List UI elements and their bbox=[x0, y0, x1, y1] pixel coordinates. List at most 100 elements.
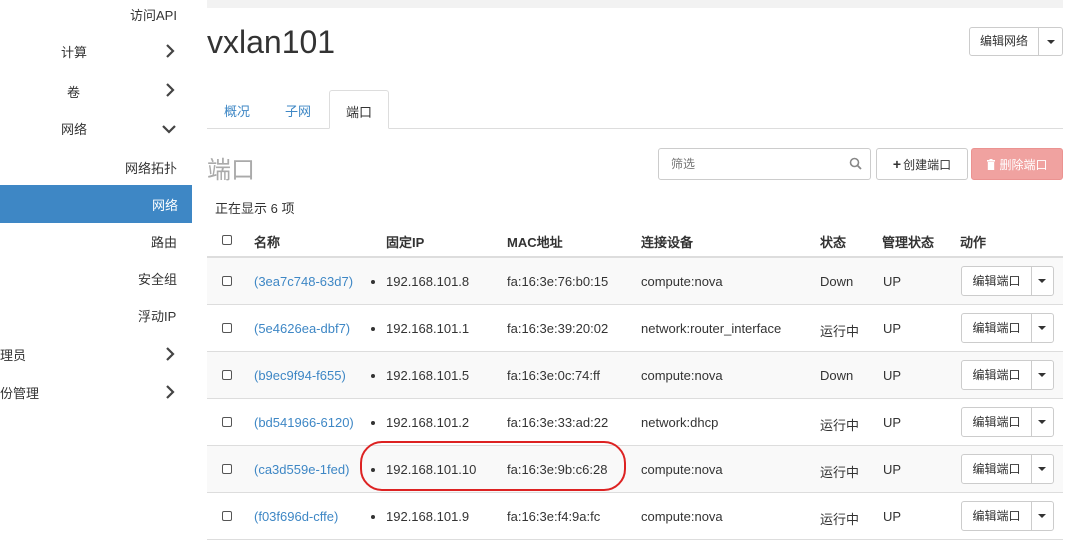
sidebar-item-routers[interactable]: 路由 bbox=[151, 232, 177, 251]
create-port-button[interactable]: + 创建端口 bbox=[876, 148, 968, 180]
edit-network-button-group: 编辑网络 bbox=[969, 27, 1063, 56]
edit-port-button[interactable]: 编辑端口 bbox=[962, 502, 1032, 530]
edit-network-button[interactable]: 编辑网络 bbox=[970, 28, 1039, 55]
red-highlight-annotation bbox=[360, 441, 626, 491]
table-header: 名称 固定IP MAC地址 连接设备 状态 管理状态 动作 bbox=[207, 223, 1063, 258]
sidebar-item-identity[interactable]: 份管理 bbox=[0, 383, 39, 402]
caret-down-icon bbox=[1038, 467, 1046, 471]
fixed-ip: 192.168.101.2 bbox=[386, 415, 470, 430]
row-actions-dropdown-toggle[interactable] bbox=[1031, 455, 1053, 483]
attached-device: compute:nova bbox=[641, 509, 723, 524]
row-checkbox[interactable] bbox=[222, 276, 232, 286]
port-name-link[interactable]: (b9ec9f94-f655) bbox=[254, 368, 346, 383]
row-actions-dropdown-toggle[interactable] bbox=[1031, 267, 1053, 295]
column-header-name[interactable]: 名称 bbox=[254, 232, 280, 251]
column-header-status[interactable]: 状态 bbox=[820, 232, 846, 251]
row-checkbox[interactable] bbox=[222, 511, 232, 521]
edit-port-button[interactable]: 编辑端口 bbox=[962, 361, 1032, 389]
sidebar-item-network[interactable]: 网络 bbox=[61, 119, 87, 138]
row-actions-dropdown-toggle[interactable] bbox=[1031, 408, 1053, 436]
row-actions-dropdown-toggle[interactable] bbox=[1031, 314, 1053, 342]
table-row: (bd541966-6120) 192.168.101.2 fa:16:3e:3… bbox=[207, 399, 1063, 446]
attached-device: compute:nova bbox=[641, 274, 723, 289]
column-header-admin-state[interactable]: 管理状态 bbox=[882, 232, 934, 251]
fixed-ip: 192.168.101.9 bbox=[386, 509, 470, 524]
sidebar-item-volumes[interactable]: 卷 bbox=[67, 82, 80, 101]
bullet-icon bbox=[371, 327, 375, 331]
chevron-right-icon[interactable] bbox=[163, 385, 177, 399]
port-name-link[interactable]: (f03f696d-cffe) bbox=[254, 509, 338, 524]
status: 运行中 bbox=[820, 512, 860, 527]
select-all-checkbox[interactable] bbox=[222, 235, 232, 245]
chevron-right-icon[interactable] bbox=[163, 347, 177, 361]
edit-port-button-group: 编辑端口 bbox=[961, 407, 1054, 437]
caret-down-icon bbox=[1046, 39, 1055, 44]
item-count: 正在显示 6 项 bbox=[215, 201, 295, 216]
filter-input[interactable] bbox=[671, 150, 841, 178]
port-name-link[interactable]: (3ea7c748-63d7) bbox=[254, 274, 353, 289]
admin-state: UP bbox=[883, 462, 902, 477]
column-header-fixed-ip[interactable]: 固定IP bbox=[386, 232, 424, 251]
column-header-device[interactable]: 连接设备 bbox=[641, 232, 693, 251]
delete-port-button[interactable]: 删除端口 bbox=[971, 148, 1063, 180]
chevron-right-icon[interactable] bbox=[163, 83, 177, 97]
status: 运行中 bbox=[820, 324, 860, 339]
column-header-actions: 动作 bbox=[960, 235, 987, 250]
table-row: (5e4626ea-dbf7) 192.168.101.1 fa:16:3e:3… bbox=[207, 305, 1063, 352]
status: Down bbox=[820, 274, 854, 289]
port-name-link[interactable]: (ca3d559e-1fed) bbox=[254, 462, 349, 477]
row-actions-dropdown-toggle[interactable] bbox=[1031, 502, 1053, 530]
fixed-ip: 192.168.101.1 bbox=[386, 321, 470, 336]
tab-subnets[interactable]: 子网 bbox=[285, 90, 311, 129]
tab-ports[interactable]: 端口 bbox=[329, 90, 389, 129]
caret-down-icon bbox=[1038, 279, 1046, 283]
status: 运行中 bbox=[820, 465, 860, 480]
table-row: (ca3d559e-1fed) 192.168.101.10 fa:16:3e:… bbox=[207, 446, 1063, 493]
bullet-icon bbox=[371, 515, 375, 519]
sidebar-item-security-groups[interactable]: 安全组 bbox=[138, 269, 177, 288]
delete-port-label: 删除端口 bbox=[999, 157, 1048, 172]
row-checkbox[interactable] bbox=[222, 417, 232, 427]
port-name-link[interactable]: (bd541966-6120) bbox=[254, 415, 354, 430]
edit-network-dropdown-toggle[interactable] bbox=[1039, 28, 1062, 55]
edit-port-button[interactable]: 编辑端口 bbox=[962, 314, 1032, 342]
sidebar-item-networks[interactable]: 网络 bbox=[0, 185, 192, 223]
sidebar-item-admin[interactable]: 理员 bbox=[0, 345, 26, 364]
mac-address: fa:16:3e:39:20:02 bbox=[507, 321, 609, 336]
edit-port-button-group: 编辑端口 bbox=[961, 454, 1054, 484]
chevron-right-icon[interactable] bbox=[163, 44, 177, 58]
column-header-mac[interactable]: MAC地址 bbox=[507, 232, 563, 251]
sidebar-item-label: 网络 bbox=[151, 198, 178, 213]
filter-box bbox=[658, 148, 871, 180]
sidebar-item-compute[interactable]: 计算 bbox=[61, 42, 87, 61]
row-checkbox[interactable] bbox=[222, 464, 232, 474]
status: Down bbox=[820, 368, 854, 383]
edit-port-button[interactable]: 编辑端口 bbox=[962, 408, 1032, 436]
sidebar-item-api-access[interactable]: 访问API bbox=[130, 5, 177, 24]
tab-overview[interactable]: 概况 bbox=[224, 90, 250, 129]
table-row: (f03f696d-cffe) 192.168.101.9 fa:16:3e:f… bbox=[207, 493, 1063, 540]
trash-icon bbox=[987, 158, 996, 170]
edit-port-button-group: 编辑端口 bbox=[961, 266, 1054, 296]
edit-port-button[interactable]: 编辑端口 bbox=[962, 267, 1032, 295]
caret-down-icon bbox=[1038, 514, 1046, 518]
row-actions-dropdown-toggle[interactable] bbox=[1031, 361, 1053, 389]
mac-address: fa:16:3e:0c:74:ff bbox=[507, 368, 600, 383]
sidebar-item-network-topology[interactable]: 网络拓扑 bbox=[125, 158, 177, 177]
caret-down-icon bbox=[1038, 420, 1046, 424]
sidebar-item-floating-ips[interactable]: 浮动IP bbox=[138, 306, 176, 325]
sidebar: 访问API 计算 卷 网络 网络拓扑 网络 路由 安全组 浮动IP 理员 份管理 bbox=[0, 0, 192, 545]
create-port-label: 创建端口 bbox=[903, 157, 952, 172]
search-icon[interactable] bbox=[849, 157, 862, 170]
admin-state: UP bbox=[883, 509, 902, 524]
row-checkbox[interactable] bbox=[222, 370, 232, 380]
attached-device: compute:nova bbox=[641, 368, 723, 383]
bullet-icon bbox=[371, 374, 375, 378]
port-name-link[interactable]: (5e4626ea-dbf7) bbox=[254, 321, 350, 336]
edit-port-button[interactable]: 编辑端口 bbox=[962, 455, 1032, 483]
bullet-icon bbox=[371, 280, 375, 284]
admin-state: UP bbox=[883, 321, 902, 336]
status: 运行中 bbox=[820, 418, 860, 433]
chevron-down-icon[interactable] bbox=[162, 122, 176, 136]
row-checkbox[interactable] bbox=[222, 323, 232, 333]
